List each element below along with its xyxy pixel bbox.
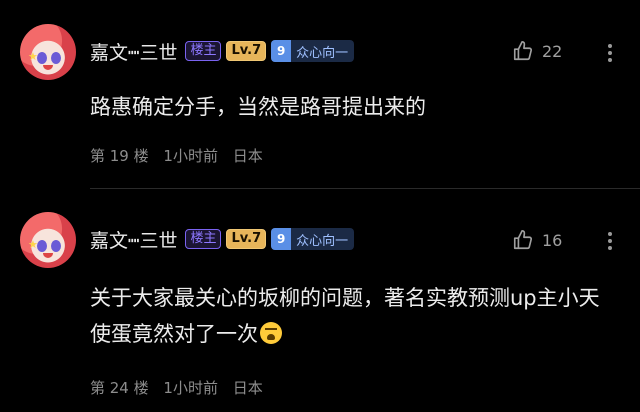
comment-text: 关于大家最关心的坂柳的问题，著名实教预测up主小天使蛋竟然对了一次 [90,280,610,352]
fan-badge[interactable]: 9 众心向一 [271,228,355,250]
fan-level: 9 [271,228,292,250]
host-badge: 楼主 [185,229,222,249]
comment-meta: 第 24 楼 1小时前 日本 [90,377,273,398]
avatar[interactable]: ★ [20,212,76,268]
floor-number: 第 24 楼 [90,379,149,397]
thumbs-up-icon [513,230,533,250]
comment-text-content: 关于大家最关心的坂柳的问题，著名实教预测up主小天使蛋竟然对了一次 [90,286,600,346]
like-count: 16 [542,230,563,250]
like-button[interactable]: 16 [512,229,562,251]
crying-emoji-icon [260,322,282,344]
user-info-row: 嘉文┉三世 楼主 Lv.7 9 众心向一 [90,225,355,253]
ip-location: 日本 [232,379,263,397]
post-time: 1小时前 [163,379,218,397]
comment-item: ★ 嘉文┉三世 楼主 Lv.7 9 众心向一 16 关于大家最关心的坂柳的问题，… [0,0,640,412]
level-badge: Lv.7 [226,229,267,249]
avatar-eye [37,240,47,252]
username[interactable]: 嘉文┉三世 [90,226,177,253]
more-options-icon[interactable] [608,229,612,253]
avatar-mouth [43,253,53,258]
fan-badge-name: 众心向一 [296,233,349,249]
avatar-eye [51,240,61,252]
